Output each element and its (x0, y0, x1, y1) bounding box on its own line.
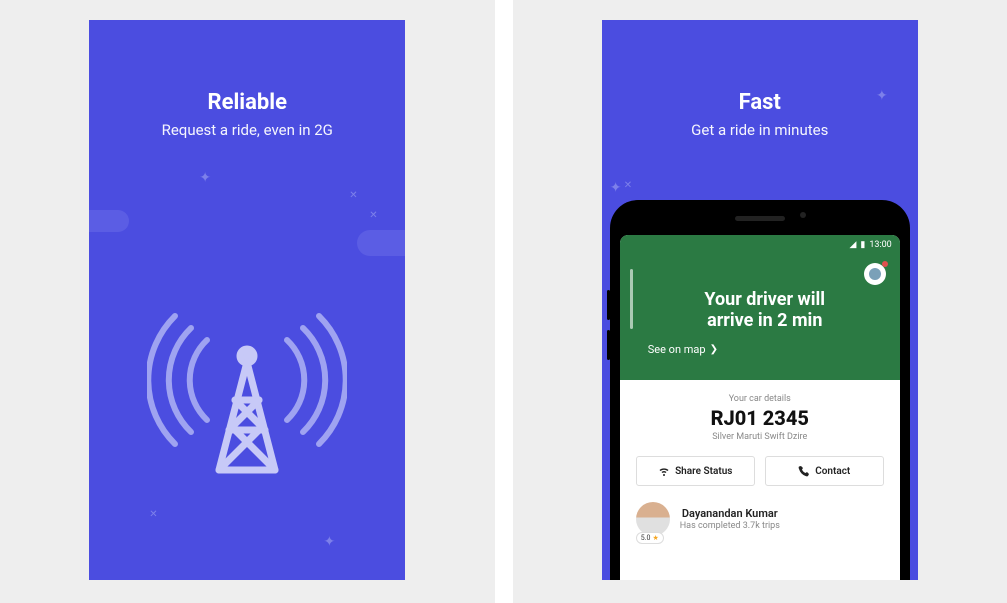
driver-info-row: 5.0 ★ Dayanandan Kumar Has completed 3.7… (636, 502, 884, 536)
screenshot-panel-right: Fast Get a ride in minutes ✦ ✕ ✦ ◢ ▮ 13:… (513, 0, 1007, 603)
status-bar: ◢ ▮ 13:00 (620, 235, 900, 255)
driver-name: Dayanandan Kumar (680, 507, 780, 520)
driver-trips-count: Has completed 3.7k trips (680, 521, 780, 531)
headline-fast: Fast (602, 90, 918, 115)
phone-side-button (607, 290, 610, 320)
share-status-button[interactable]: Share Status (636, 456, 755, 486)
driver-rating-value: 5.0 (641, 534, 651, 542)
car-details-label: Your car details (636, 394, 884, 404)
wifi-icon (658, 465, 670, 477)
contact-label: Contact (815, 466, 850, 477)
sparkle-icon: ✦ (324, 534, 336, 550)
phone-side-button (607, 330, 610, 360)
sparkle-icon: ✦ (876, 88, 888, 104)
driver-rating-badge: 5.0 ★ (636, 532, 664, 544)
driver-eta-card: Your driver will arrive in 2 min See on … (620, 255, 900, 380)
sparkle-icon: ✕ (369, 210, 377, 221)
phone-speaker (735, 216, 785, 221)
eta-text-line2: arrive in 2 min (648, 310, 882, 331)
see-on-map-link[interactable]: See on map ❯ (648, 343, 882, 356)
headline-reliable: Reliable (89, 90, 405, 115)
app-screen-reliable: Reliable Request a ride, even in 2G ✦ ✕ … (89, 20, 405, 580)
cloud-icon (357, 230, 405, 256)
share-status-label: Share Status (675, 466, 732, 477)
cloud-icon (89, 210, 129, 232)
contact-button[interactable]: Contact (765, 456, 884, 486)
star-icon: ★ (652, 534, 658, 542)
signal-tower-icon (147, 280, 347, 480)
sparkle-icon: ✦ (610, 180, 622, 196)
subtitle-fast: Get a ride in minutes (602, 121, 918, 139)
signal-icon: ◢ (849, 240, 856, 250)
status-time: 13:00 (869, 240, 891, 250)
car-details-card: Your car details RJ01 2345 Silver Maruti… (620, 380, 900, 546)
action-button-row: Share Status Contact (636, 456, 884, 486)
car-description: Silver Maruti Swift Dzire (636, 432, 884, 442)
chevron-right-icon: ❯ (710, 344, 718, 355)
car-plate-number: RJ01 2345 (636, 406, 884, 430)
eta-text-line1: Your driver will (648, 289, 882, 310)
battery-icon: ▮ (860, 240, 865, 250)
driver-photo-avatar: 5.0 ★ (636, 502, 670, 536)
phone-icon (798, 465, 810, 477)
drag-handle-icon (630, 269, 633, 329)
sparkle-icon: ✕ (349, 190, 357, 201)
app-screen-fast: Fast Get a ride in minutes ✦ ✕ ✦ ◢ ▮ 13:… (602, 20, 918, 580)
phone-screen: ◢ ▮ 13:00 Your driver will arrive in 2 m… (620, 235, 900, 580)
subtitle-reliable: Request a ride, even in 2G (89, 121, 405, 139)
notification-dot-icon (882, 261, 888, 267)
phone-mockup: ◢ ▮ 13:00 Your driver will arrive in 2 m… (610, 200, 910, 580)
sparkle-icon: ✕ (624, 180, 632, 191)
see-on-map-label: See on map (648, 343, 706, 356)
phone-camera-dot (800, 212, 806, 218)
screenshot-panel-left: Reliable Request a ride, even in 2G ✦ ✕ … (0, 0, 495, 603)
sparkle-icon: ✕ (149, 509, 157, 520)
sparkle-icon: ✦ (199, 170, 211, 186)
